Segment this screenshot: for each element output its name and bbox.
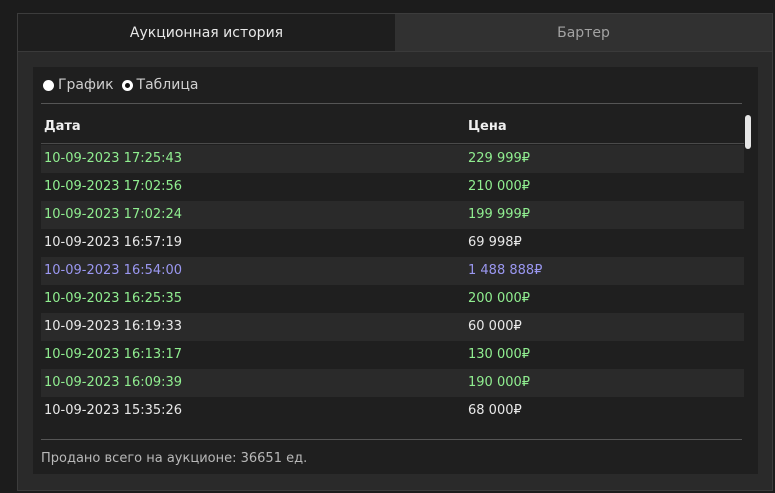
row-price: 210 000₽ — [468, 179, 531, 194]
row-price: 200 000₽ — [468, 291, 531, 306]
tab-auction-history[interactable]: Аукционная история — [18, 14, 395, 51]
row-price: 1 488 888₽ — [468, 263, 543, 278]
row-date: 10-09-2023 16:13:17 — [44, 347, 183, 362]
row-date: 10-09-2023 17:02:56 — [44, 179, 183, 194]
row-price: 199 999₽ — [468, 207, 531, 222]
column-header-date[interactable]: Дата — [44, 119, 81, 134]
radio-table[interactable] — [121, 79, 133, 91]
sold-total-text: Продано всего на аукционе: 36651 ед. — [41, 451, 308, 466]
auction-panel: Аукционная история Бартер График Таблица… — [17, 13, 773, 491]
view-option-chart[interactable]: График — [43, 77, 114, 93]
row-price: 229 999₽ — [468, 151, 531, 166]
row-price: 130 000₽ — [468, 347, 531, 362]
row-date: 10-09-2023 16:54:00 — [44, 263, 183, 278]
row-date: 10-09-2023 17:02:24 — [44, 207, 183, 222]
table-row: 10-09-2023 16:19:33 60 000₽ — [41, 313, 744, 341]
divider — [41, 439, 742, 440]
row-date: 10-09-2023 16:09:39 — [44, 375, 183, 390]
scrollbar-thumb[interactable] — [745, 115, 751, 149]
tab-bar: Аукционная история Бартер — [18, 14, 772, 51]
table-row: 10-09-2023 16:13:17 130 000₽ — [41, 341, 744, 369]
table-row: 10-09-2023 16:54:00 1 488 888₽ — [41, 257, 744, 285]
table-row: 10-09-2023 16:25:35 200 000₽ — [41, 285, 744, 313]
tab-barter[interactable]: Бартер — [395, 14, 772, 51]
history-content: График Таблица Дата Цена 10-09-2023 17:2… — [33, 67, 758, 474]
view-option-table[interactable]: Таблица — [121, 77, 199, 93]
view-option-chart-label: График — [58, 77, 114, 93]
column-header-price[interactable]: Цена — [468, 119, 507, 134]
divider — [41, 103, 742, 104]
row-date: 10-09-2023 16:57:19 — [44, 235, 183, 250]
row-date: 10-09-2023 16:19:33 — [44, 319, 183, 334]
row-price: 69 998₽ — [468, 235, 522, 250]
row-date: 10-09-2023 15:35:26 — [44, 403, 183, 418]
table-body[interactable]: 10-09-2023 17:25:43 229 999₽ 10-09-2023 17… — [41, 145, 744, 431]
view-mode-selector: График Таблица — [43, 77, 198, 93]
table-row: 10-09-2023 15:35:26 68 000₽ — [41, 397, 744, 425]
table-row: 10-09-2023 17:02:56 210 000₽ — [41, 173, 744, 201]
tab-divider — [18, 51, 772, 52]
view-option-table-label: Таблица — [136, 77, 199, 93]
row-date: 10-09-2023 17:25:43 — [44, 151, 183, 166]
radio-chart[interactable] — [43, 79, 54, 91]
row-price: 60 000₽ — [468, 319, 522, 334]
table-row: 10-09-2023 17:25:43 229 999₽ — [41, 145, 744, 173]
row-price: 68 000₽ — [468, 403, 522, 418]
table-header: Дата Цена — [41, 111, 744, 144]
table-row: 10-09-2023 16:57:19 69 998₽ — [41, 229, 744, 257]
table-row: 10-09-2023 16:09:39 190 000₽ — [41, 369, 744, 397]
row-price: 190 000₽ — [468, 375, 531, 390]
row-date: 10-09-2023 16:25:35 — [44, 291, 183, 306]
table-row: 10-09-2023 17:02:24 199 999₽ — [41, 201, 744, 229]
